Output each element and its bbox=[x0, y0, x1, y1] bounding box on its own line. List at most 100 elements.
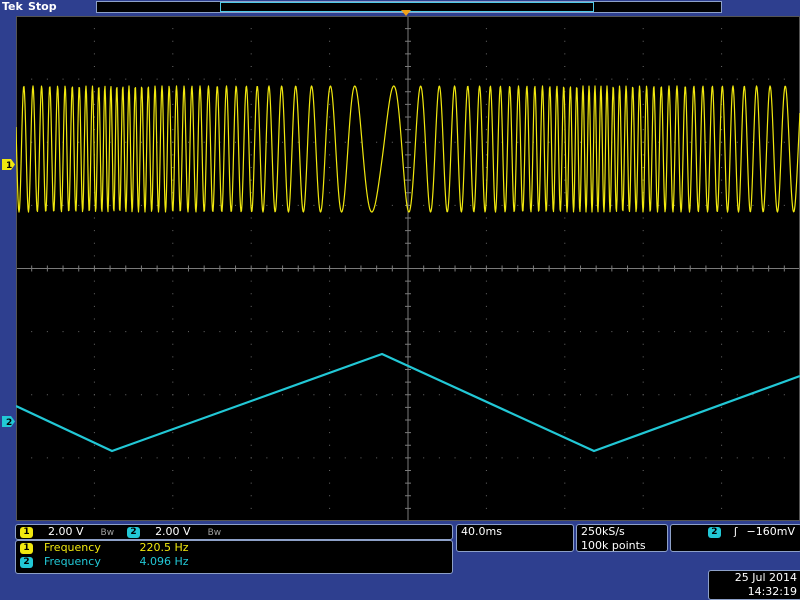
grid-dot bbox=[344, 394, 346, 396]
grid-dot bbox=[156, 78, 158, 80]
grid-dot bbox=[250, 78, 252, 80]
grid-dot bbox=[611, 457, 613, 459]
grid-dot bbox=[376, 457, 378, 459]
meas1-value: 220.5 Hz bbox=[139, 541, 189, 554]
acquisition-readout[interactable]: 250kS/s 100k points bbox=[576, 524, 668, 552]
grid-dot bbox=[768, 394, 770, 396]
ch2-bandwidth-icon: Bw bbox=[207, 528, 222, 538]
grid-dot bbox=[250, 331, 252, 333]
run-status-label[interactable]: Stop bbox=[28, 0, 57, 14]
grid-dot bbox=[172, 432, 174, 434]
grid-dot bbox=[611, 204, 613, 206]
grid-dot bbox=[172, 470, 174, 471]
grid-dot bbox=[156, 394, 158, 396]
grid-dot bbox=[579, 141, 581, 143]
grid-dot bbox=[438, 394, 440, 396]
grid-dot bbox=[627, 457, 629, 459]
grid-dot bbox=[642, 331, 644, 333]
waveform-graticule[interactable] bbox=[16, 16, 800, 521]
grid-dot bbox=[627, 394, 629, 396]
grid-dot bbox=[642, 242, 644, 244]
grid-dot bbox=[172, 230, 174, 232]
trigger-readout[interactable]: 2 ʃ −160mV bbox=[670, 524, 800, 552]
grid-dot bbox=[564, 305, 566, 307]
grid-dot bbox=[485, 103, 487, 105]
grid-dot bbox=[564, 230, 566, 232]
grid-dot bbox=[423, 331, 425, 333]
measurement-readout[interactable]: 1 Frequency 220.5 Hz 2 Frequency 4.096 H… bbox=[15, 540, 453, 574]
grid-dot bbox=[485, 457, 487, 459]
grid-dot bbox=[642, 305, 644, 307]
grid-dot bbox=[564, 406, 566, 408]
grid-dot bbox=[172, 28, 174, 30]
grid-dot bbox=[172, 394, 174, 396]
grid-dot bbox=[564, 40, 566, 42]
grid-dot bbox=[172, 280, 174, 282]
grid-dot bbox=[187, 394, 189, 396]
grid-dot bbox=[642, 507, 644, 509]
grid-dot bbox=[140, 394, 142, 396]
horizontal-scale-readout[interactable]: 40.0ms bbox=[456, 524, 574, 552]
grid-dot bbox=[548, 457, 550, 459]
grid-dot bbox=[564, 204, 566, 206]
grid-dot bbox=[532, 78, 534, 80]
grid-dot bbox=[93, 53, 95, 55]
grid-dot bbox=[642, 53, 644, 55]
grid-dot bbox=[172, 482, 174, 484]
grid-dot bbox=[140, 457, 142, 459]
grid-dot bbox=[721, 318, 723, 320]
grid-dot bbox=[282, 331, 284, 333]
grid-dot bbox=[564, 280, 566, 282]
grid-dot bbox=[250, 129, 252, 131]
grid-dot bbox=[62, 331, 64, 333]
grid-dot bbox=[736, 457, 738, 459]
grid-dot bbox=[642, 293, 644, 295]
grid-dot bbox=[564, 179, 566, 181]
grid-dot bbox=[376, 141, 378, 143]
grid-dot bbox=[140, 331, 142, 333]
grid-dot bbox=[329, 470, 331, 471]
grid-dot bbox=[564, 331, 566, 333]
grid-dot bbox=[344, 331, 346, 333]
grid-dot bbox=[627, 331, 629, 333]
grid-dot bbox=[485, 381, 487, 383]
grid-dot bbox=[125, 394, 127, 396]
grid-dot bbox=[721, 356, 723, 358]
grid-dot bbox=[721, 242, 723, 244]
grid-dot bbox=[564, 343, 566, 345]
grid-dot bbox=[485, 293, 487, 295]
record-length: 100k points bbox=[581, 539, 646, 552]
grid-dot bbox=[219, 457, 221, 459]
grid-dot bbox=[250, 419, 252, 421]
grid-dot bbox=[250, 343, 252, 345]
grid-dot bbox=[219, 204, 221, 206]
ch1-ground-marker[interactable]: 1 bbox=[2, 158, 15, 171]
grid-dot bbox=[674, 394, 676, 396]
grid-dot bbox=[501, 457, 503, 459]
grid-dot bbox=[642, 217, 644, 219]
grid-dot bbox=[297, 394, 299, 396]
grid-dot bbox=[721, 167, 723, 168]
grid-dot bbox=[250, 217, 252, 219]
grid-dot bbox=[93, 369, 95, 370]
grid-dot bbox=[485, 394, 487, 396]
grid-dot bbox=[172, 179, 174, 181]
grid-dot bbox=[93, 432, 95, 434]
grid-dot bbox=[752, 78, 754, 80]
grid-dot bbox=[172, 507, 174, 509]
grid-dot bbox=[768, 457, 770, 459]
vertical-scale-readout[interactable]: 1 2.00 V Bw 2 2.00 V Bw bbox=[15, 524, 453, 540]
grid-dot bbox=[721, 230, 723, 232]
grid-dot bbox=[282, 141, 284, 143]
grid-dot bbox=[31, 331, 33, 333]
grid-dot bbox=[454, 78, 456, 80]
grid-dot bbox=[485, 230, 487, 232]
grid-dot bbox=[376, 394, 378, 396]
grid-dot bbox=[329, 356, 331, 358]
grid-dot bbox=[721, 457, 723, 459]
grid-dot bbox=[423, 78, 425, 80]
grid-dot bbox=[219, 331, 221, 333]
ch2-ground-marker[interactable]: 2 bbox=[2, 415, 15, 428]
grid-dot bbox=[93, 305, 95, 307]
grid-dot bbox=[93, 381, 95, 383]
